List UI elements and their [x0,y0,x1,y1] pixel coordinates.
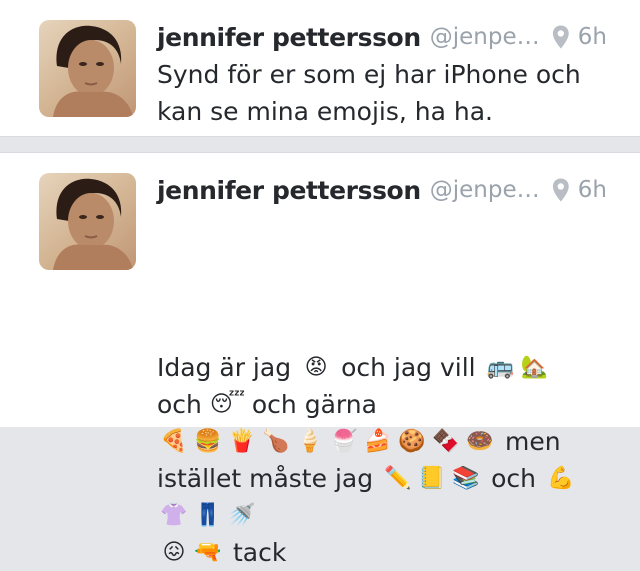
avatar[interactable] [39,20,136,117]
cookie-emoji: 🍪 [398,429,426,454]
hamburger-emoji: 🍔 [194,429,222,454]
location-pin-icon [553,178,569,202]
tweet-timestamp: 6h [577,177,607,203]
tweet-text: Idag är jag 😡 och jag vill 🚌 🏡 och 😴 och gärna 🍕… [157,349,607,571]
poultry-leg-emoji: 🍗 [262,429,290,454]
tweet-text-line: Idag är jag 😡 och jag vill 🚌 🏡 [157,349,607,386]
ice-cream-emoji: 🍦 [296,429,324,454]
pistol-emoji: 🔫 [194,540,222,565]
bus-emoji: 🚌 [486,355,515,380]
flexed-biceps-emoji: 💪 [547,466,575,491]
avatar-photo [53,178,133,270]
tweet-text-line: 😖 🔫 tack [157,534,607,571]
pencil-emoji: ✏️ [384,466,412,491]
tweet-text-run: tack [233,538,287,567]
tweet-text-run: och gärna [251,390,377,419]
tweet-text-run: och [157,390,202,419]
confounded-face-emoji: 😖 [162,540,186,565]
tweet-header: jennifer pettersson @jenpett… 6h [157,171,607,209]
shortcake-emoji: 🍰 [364,429,392,454]
author-name[interactable]: jennifer pettersson [157,23,421,52]
jeans-emoji: 👖 [194,503,222,528]
tweet-text-run: kan se mina emojis, ha ha. [157,97,493,126]
fries-emoji: 🍟 [228,429,256,454]
shower-emoji: 🚿 [228,503,256,528]
author-handle[interactable]: @jenpett… [430,24,544,50]
tweet-text-run: och jag vill [341,353,476,382]
shaved-ice-emoji: 🍧 [330,429,358,454]
tweet-text-line: 🍕 🍔 🍟 🍗 🍦 🍧 🍰 🍪 🍫 🍩 men [157,423,607,460]
angry-face-emoji: 😡 [304,355,328,380]
tweet-card[interactable]: jennifer pettersson @jenpett… 6h Synd fö… [0,0,640,137]
tweet-header: jennifer pettersson @jenpett… 6h [157,18,607,56]
tweet-feed: jennifer pettersson @jenpett… 6h Synd fö… [0,0,640,567]
chocolate-bar-emoji: 🍫 [432,429,460,454]
blouse-emoji: 👚 [160,503,188,528]
tweet-text-line: och 😴 och gärna [157,386,607,423]
tweet-text-run: Idag är jag [157,353,292,382]
tweet-card[interactable]: jennifer pettersson @jenpett… 6h Idag är… [0,152,640,567]
pizza-emoji: 🍕 [160,429,188,454]
books-emoji: 📚 [452,466,480,491]
house-with-garden-emoji: 🏡 [520,355,549,380]
tweet-text-run: Synd för er som ej har iPhone och [157,60,581,89]
tweet-timestamp: 6h [577,24,607,50]
ledger-emoji: 📒 [418,466,446,491]
avatar[interactable] [39,173,136,270]
tweet-text-run: istället måste jag [157,464,374,493]
doughnut-emoji: 🍩 [466,429,494,454]
avatar-photo [53,25,133,117]
author-handle[interactable]: @jenpett… [430,177,544,203]
tweet-text-line: 👚 👖 🚿 [157,497,607,534]
tweet-text-line: istället måste jag ✏️ 📒 📚 och 💪 [157,460,607,497]
tweet-text: Synd för er som ej har iPhone och kan se … [157,56,607,130]
sleeping-face-emoji: 😴 [209,392,246,417]
tweet-text-line: Synd för er som ej har iPhone och [157,56,607,93]
author-name[interactable]: jennifer pettersson [157,176,421,205]
tweet-text-run: men [505,427,561,456]
tweet-text-line: kan se mina emojis, ha ha. [157,93,607,130]
tweet-text-run: och [491,464,536,493]
location-pin-icon [553,25,569,49]
